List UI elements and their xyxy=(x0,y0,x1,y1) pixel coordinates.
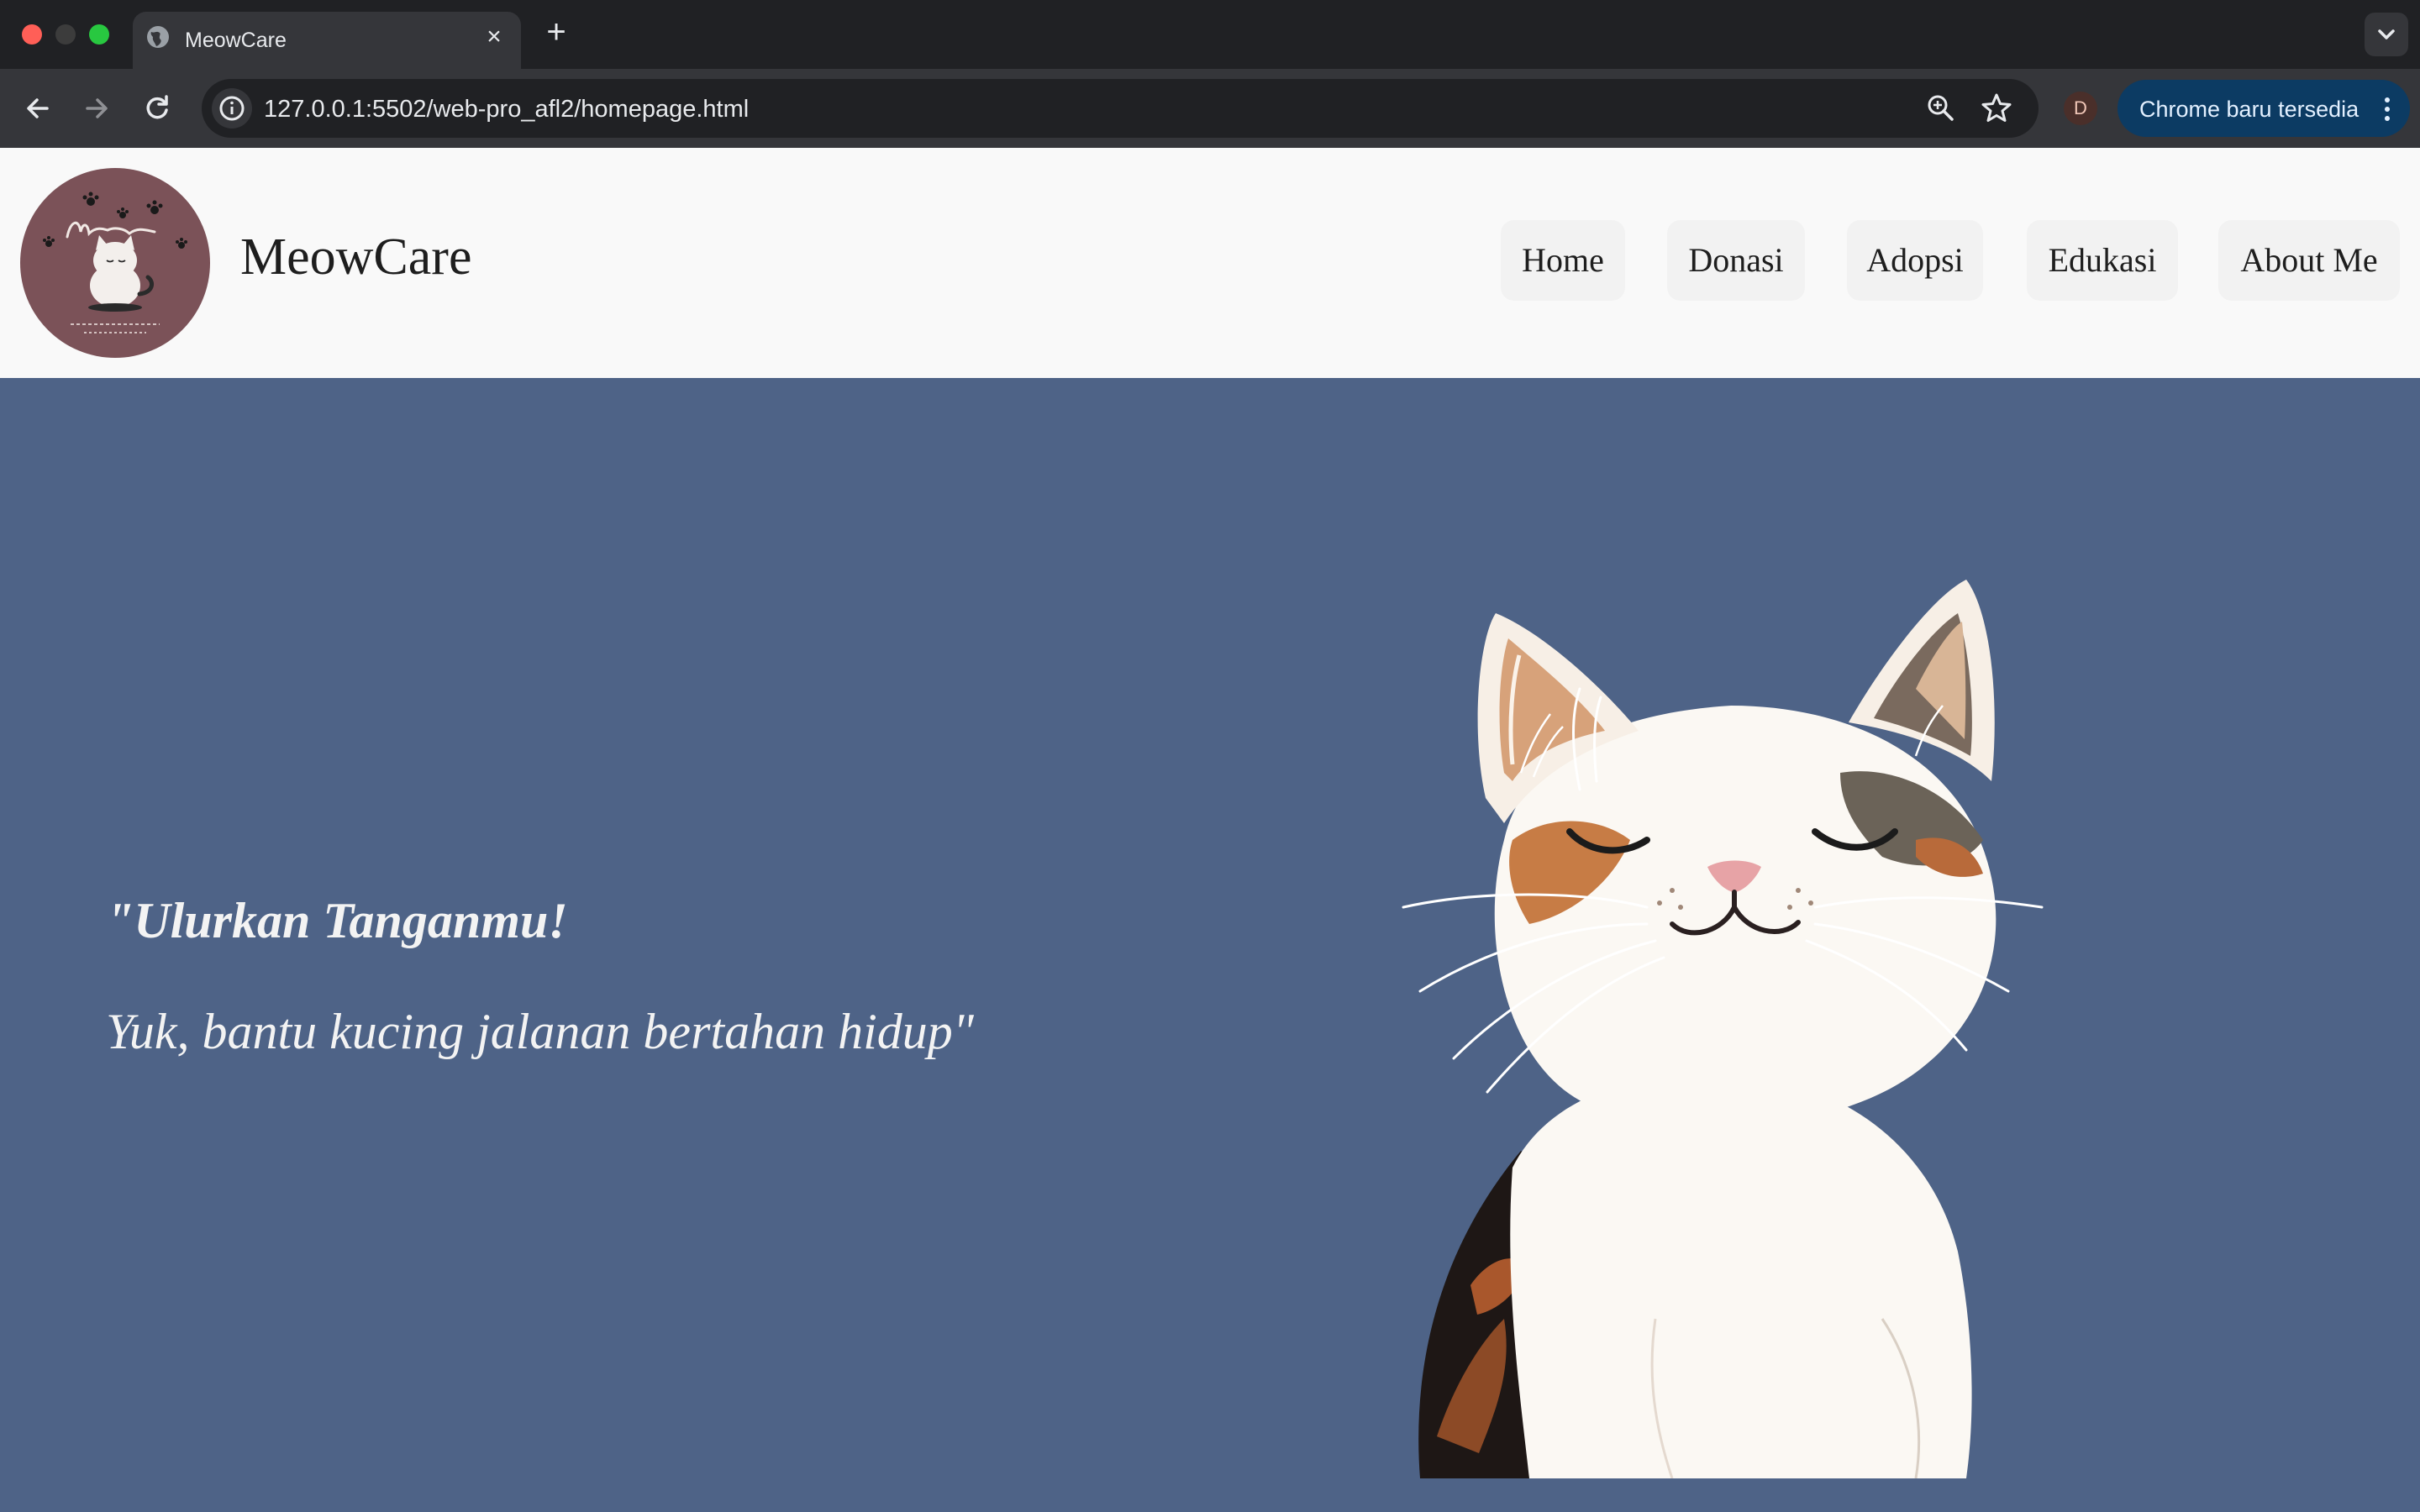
url-text[interactable]: 127.0.0.1:5502/web-pro_afl2/homepage.htm… xyxy=(264,96,749,123)
close-window-button[interactable] xyxy=(22,24,42,45)
nav-donasi[interactable]: Donasi xyxy=(1667,220,1805,301)
info-icon xyxy=(219,96,245,121)
nav-home[interactable]: Home xyxy=(1501,220,1625,301)
smiling-cat-illustration xyxy=(1402,580,2044,1478)
address-bar[interactable]: 127.0.0.1:5502/web-pro_afl2/homepage.htm… xyxy=(202,79,2039,138)
star-icon[interactable] xyxy=(1978,90,2015,127)
tab-title: MeowCare xyxy=(185,29,287,52)
update-label: Chrome baru tersedia xyxy=(2139,97,2360,122)
tab-close-button[interactable]: × xyxy=(479,22,509,52)
hero-quote: "Ulurkan Tanganmu! xyxy=(106,893,568,948)
zoom-icon[interactable] xyxy=(1923,90,1960,127)
browser-toolbar: 127.0.0.1:5502/web-pro_afl2/homepage.htm… xyxy=(0,69,2420,148)
cat-logo-icon xyxy=(43,192,187,333)
nav-edukasi[interactable]: Edukasi xyxy=(2027,220,2178,301)
site-header: MeowCare Home Donasi Adopsi Edukasi Abou… xyxy=(0,148,2420,378)
browser-tab[interactable]: MeowCare × xyxy=(133,12,521,69)
minimize-window-button[interactable] xyxy=(55,24,76,45)
chevron-down-icon xyxy=(2378,29,2395,39)
browser-tab-strip: MeowCare × + xyxy=(0,0,2420,69)
nav-adopsi[interactable]: Adopsi xyxy=(1847,220,1983,301)
site-logo[interactable] xyxy=(20,168,210,358)
hero-subtext: Yuk, bantu kucing jalanan bertahan hidup… xyxy=(106,1004,974,1059)
nav-about-me[interactable]: About Me xyxy=(2218,220,2400,301)
back-arrow-icon[interactable] xyxy=(17,87,59,129)
reload-icon[interactable] xyxy=(136,87,178,129)
profile-avatar[interactable]: D xyxy=(2064,92,2097,125)
chrome-update-button[interactable]: Chrome baru tersedia xyxy=(2118,80,2410,137)
globe-icon xyxy=(147,26,169,48)
more-vert-icon xyxy=(2385,97,2390,121)
forward-arrow-icon[interactable] xyxy=(76,87,118,129)
hero-section: "Ulurkan Tanganmu! Yuk, bantu kucing jal… xyxy=(0,378,2420,1512)
new-tab-button[interactable]: + xyxy=(539,15,573,49)
site-info-button[interactable] xyxy=(212,88,252,129)
maximize-window-button[interactable] xyxy=(89,24,109,45)
brand-name: MeowCare xyxy=(240,228,472,286)
tab-search-button[interactable] xyxy=(2365,13,2408,56)
